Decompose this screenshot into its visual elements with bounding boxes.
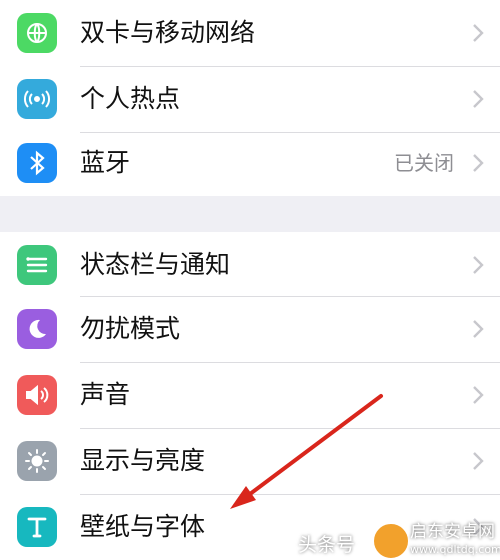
watermark-logo	[372, 522, 410, 560]
watermark-source: 头条号	[298, 534, 356, 556]
watermark-site-name: 启东安卓网	[410, 522, 495, 542]
watermark-site-url: www.qdltdq.com	[410, 543, 500, 556]
annotation-arrow	[230, 394, 383, 509]
